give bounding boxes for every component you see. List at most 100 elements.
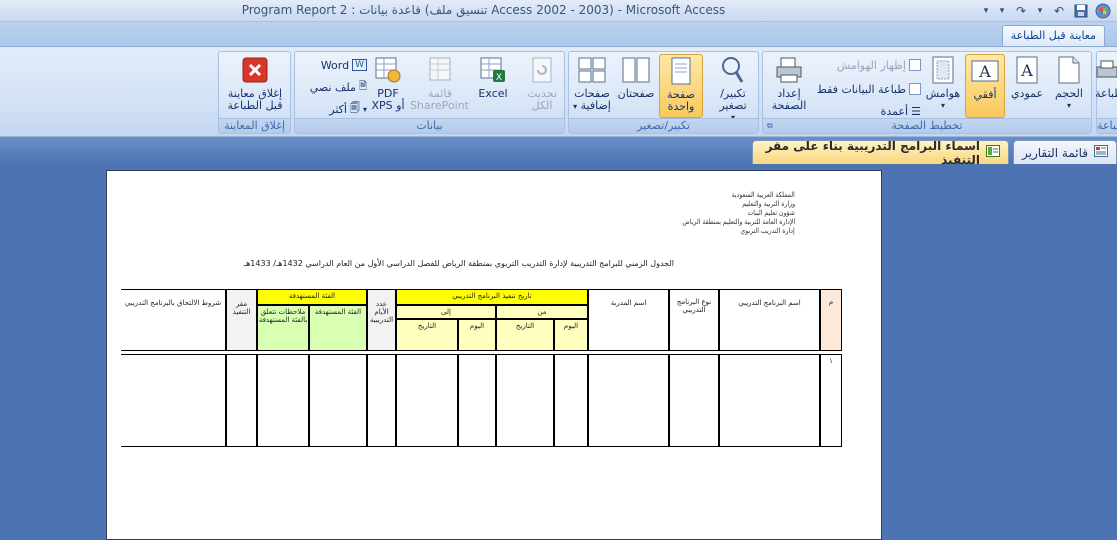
header-line-5: إدارة التدريب التربوي xyxy=(740,227,795,235)
customize-qat-icon[interactable]: ▾ xyxy=(979,2,993,20)
group-page-layout: الحجم ▾ A عمودي A أفقي هوامش ▾ إظهار اله… xyxy=(762,51,1092,134)
page-layout-launcher-icon[interactable]: ⧉ xyxy=(767,121,773,131)
col-target-group-sub-header: الفئة المستهدفة xyxy=(309,305,367,351)
print-data-only-checkbox[interactable]: طباعة البيانات فقط xyxy=(815,80,921,98)
close-icon xyxy=(239,54,271,86)
row-1-to-day xyxy=(458,354,496,447)
row-1-conditions xyxy=(121,354,226,447)
page-setup-icon xyxy=(773,54,805,86)
portrait-button[interactable]: A عمودي xyxy=(1007,54,1047,118)
group-data-label: بيانات xyxy=(295,118,564,133)
undo-dropdown-icon[interactable]: ▾ xyxy=(1033,2,1047,20)
group-zoom: تكبير/تصغير ▾ صفحة واحدة صفحتان صفحات إض… xyxy=(568,51,759,134)
report-list-icon xyxy=(1094,145,1108,160)
more-label: أكثر xyxy=(329,102,347,116)
one-page-label-2: واحدة xyxy=(667,100,695,113)
portrait-icon: A xyxy=(1011,54,1043,86)
row-1-days-count xyxy=(367,354,396,447)
quick-access-toolbar: ▾ ▾ ↷ ▾ ↶ xyxy=(979,1,1113,21)
svg-text:X: X xyxy=(496,73,502,83)
row-1-program-name xyxy=(719,354,820,447)
tab-active-report-label: اسماء البرامج التدريبية بناء على مقر الت… xyxy=(765,138,980,167)
col-to-date-header: التاريخ xyxy=(396,319,458,351)
size-dropdown-icon: ▾ xyxy=(1066,101,1071,110)
export-sharepoint-button[interactable]: قائمة SharePoint xyxy=(409,54,469,118)
magnifier-icon xyxy=(717,54,749,86)
more-pages-button[interactable]: صفحات إضافية ▾ xyxy=(571,54,613,118)
two-pages-icon xyxy=(620,54,652,86)
print-button[interactable]: طباعة xyxy=(1095,54,1117,118)
title-bar: Program Report 2 : قاعدة بيانات (تنسيق م… xyxy=(0,0,1117,22)
margins-button[interactable]: هوامش ▾ xyxy=(923,54,963,118)
size-button[interactable]: الحجم ▾ xyxy=(1049,54,1089,118)
col-target-notes-header: ملاحظات تتعلق بالفئة المستهدفة xyxy=(257,305,309,351)
col-conditions-header: شروط الالتحاق بالبرنامج التدريبي xyxy=(121,289,226,351)
more-pages-dropdown-icon: ▾ xyxy=(573,102,578,111)
margins-icon xyxy=(927,54,959,86)
landscape-button[interactable]: A أفقي xyxy=(965,54,1005,118)
tab-print-preview[interactable]: معاينة قبل الطباعة xyxy=(1001,25,1105,46)
show-margins-checkbox[interactable]: إظهار الهوامش xyxy=(815,56,921,74)
pdf-icon xyxy=(372,54,404,86)
text-file-label: ملف نصي xyxy=(309,80,356,94)
two-pages-button[interactable]: صفحتان xyxy=(615,54,657,118)
show-margins-label: إظهار الهوامش xyxy=(836,58,906,72)
tab-active-report[interactable]: اسماء البرامج التدريبية بناء على مقر الت… xyxy=(752,138,1009,167)
tab-reports-list[interactable]: قائمة التقارير xyxy=(1013,140,1117,164)
export-excel-button[interactable]: X Excel xyxy=(471,54,515,118)
col-trainer-header: اسم المدربة xyxy=(588,289,669,351)
save-icon[interactable] xyxy=(1071,2,1091,20)
export-text-file-button[interactable]: 🗎 ملف نصي xyxy=(299,78,367,96)
print-label: طباعة xyxy=(1095,87,1117,100)
margins-dropdown-icon: ▾ xyxy=(940,101,945,110)
svg-text:A: A xyxy=(1020,61,1033,80)
refresh-label-2: الكل xyxy=(531,99,553,112)
export-more-button[interactable]: ▾ 🗐 أكثر xyxy=(299,100,367,118)
size-label: الحجم xyxy=(1055,87,1083,100)
zoom-button[interactable]: تكبير/تصغير ▾ xyxy=(709,54,757,122)
header-line-1: المملكة العربية السعودية xyxy=(731,191,795,199)
col-from-date-header: التاريخ xyxy=(496,319,554,351)
pdf-label-2: أو XPS xyxy=(371,99,405,112)
group-data: تحديث الكل X Excel قائمة SharePoint PDF … xyxy=(294,51,565,134)
group-close-preview-label: إغلاق المعاينة xyxy=(219,118,290,133)
more-pages-icon xyxy=(576,54,608,86)
office-button-icon[interactable] xyxy=(1093,2,1113,20)
export-pdf-button[interactable]: PDF أو XPS xyxy=(367,54,409,118)
two-pages-label: صفحتان xyxy=(617,87,655,100)
one-page-icon xyxy=(665,55,697,87)
group-zoom-label: تكبير/تصغير xyxy=(569,118,758,133)
header-line-4: الإدارة العامة للتربية والتعليم بمنطقة ا… xyxy=(682,218,795,226)
export-word-button[interactable]: W Word xyxy=(299,56,367,74)
one-page-button[interactable]: صفحة واحدة xyxy=(659,54,703,118)
refresh-all-button[interactable]: تحديث الكل xyxy=(521,54,563,118)
col-from-day-header: اليوم xyxy=(554,319,588,351)
more-pages-label-2: إضافية xyxy=(580,99,611,112)
page-setup-button[interactable]: إعداد الصفحة xyxy=(767,54,811,118)
report-page[interactable]: المملكة العربية السعودية وزارة التربية و… xyxy=(106,170,882,540)
page-size-icon xyxy=(1053,54,1085,86)
zoom-label: تكبير/تصغير xyxy=(719,87,747,112)
excel-icon: X xyxy=(477,54,509,86)
row-1-trainer xyxy=(588,354,669,447)
landscape-label: أفقي xyxy=(973,88,997,101)
col-number-header: م xyxy=(820,289,842,351)
close-print-preview-button[interactable]: إغلاق معاينة قبل الطباعة xyxy=(221,54,289,118)
redo-icon[interactable]: ↷ xyxy=(1011,2,1031,20)
col-from-header: من xyxy=(496,305,588,319)
ribbon: طباعة طباعة الحجم ▾ A عمودي A أفقي هوامش… xyxy=(0,46,1117,137)
more-dropdown-icon: ▾ xyxy=(362,104,367,114)
columns-label: أعمدة xyxy=(880,104,909,118)
undo-icon[interactable]: ↶ xyxy=(1049,2,1069,20)
word-label: Word xyxy=(320,58,350,72)
margins-label: هوامش xyxy=(925,87,961,100)
redo-dropdown-icon[interactable]: ▾ xyxy=(995,2,1009,20)
col-program-name-header: اسم البرنامج التدريبي xyxy=(719,289,820,351)
print-data-only-label: طباعة البيانات فقط xyxy=(816,82,906,96)
tab-reports-list-label: قائمة التقارير xyxy=(1021,145,1088,160)
row-1-to-date xyxy=(396,354,458,447)
sharepoint-label-2: SharePoint xyxy=(409,99,469,112)
group-print-label: طباعة xyxy=(1097,118,1117,133)
window-title: Program Report 2 : قاعدة بيانات (تنسيق م… xyxy=(241,3,726,17)
text-file-icon: 🗎 xyxy=(358,80,367,92)
